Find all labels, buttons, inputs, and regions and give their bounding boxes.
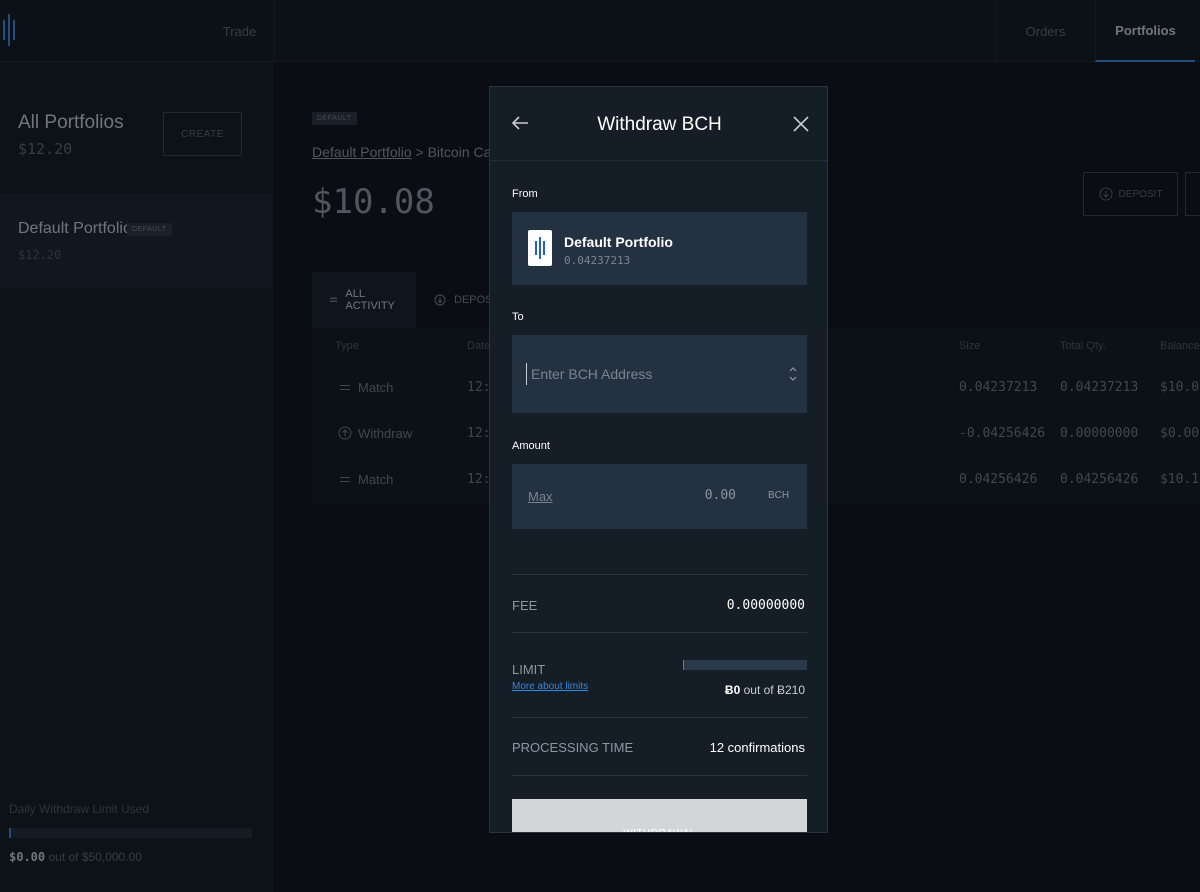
limit-text: Ƀ0 out of Ƀ210: [725, 683, 805, 697]
limit-bar: [683, 660, 807, 670]
limit-bar-fill: [683, 660, 685, 670]
processing-time-label: PROCESSING TIME: [512, 740, 634, 755]
divider: [512, 717, 807, 718]
from-portfolio-select[interactable]: Default Portfolio 0.04237213: [512, 212, 807, 285]
to-label: To: [512, 311, 524, 323]
amount-input[interactable]: 0.00: [696, 488, 736, 503]
divider: [512, 574, 807, 575]
limit-used: Ƀ0: [724, 683, 741, 697]
from-portfolio-name: Default Portfolio: [564, 234, 673, 250]
from-portfolio-balance: 0.04237213: [564, 254, 631, 267]
modal-header: Withdraw BCH: [490, 87, 827, 161]
withdrawal-button[interactable]: WITHDRAWAL: [512, 799, 807, 832]
fee-label: FEE: [512, 598, 538, 613]
divider: [512, 775, 807, 776]
portfolio-logo-icon: [528, 230, 552, 266]
amount-currency: BCH: [768, 490, 790, 501]
bch-address-input[interactable]: [526, 363, 776, 385]
address-field-box[interactable]: [512, 335, 807, 413]
withdraw-modal: Withdraw BCH From Default Portfolio 0.04…: [489, 86, 828, 833]
amount-field-box[interactable]: Max 0.00 BCH: [512, 464, 807, 529]
fee-value: 0.00000000: [726, 598, 805, 613]
limit-label: LIMIT: [512, 662, 546, 677]
modal-title: Withdraw BCH: [597, 114, 722, 135]
close-icon[interactable]: [790, 113, 812, 135]
amount-label: Amount: [512, 440, 550, 452]
divider: [512, 632, 807, 633]
chevron-up-down-icon[interactable]: [788, 363, 798, 385]
limit-total: out of Ƀ210: [743, 683, 805, 697]
max-link[interactable]: Max: [528, 489, 553, 504]
more-about-limits-link[interactable]: More about limits: [512, 681, 588, 692]
from-label: From: [512, 188, 538, 200]
processing-time-value: 12 confirmations: [709, 740, 805, 755]
